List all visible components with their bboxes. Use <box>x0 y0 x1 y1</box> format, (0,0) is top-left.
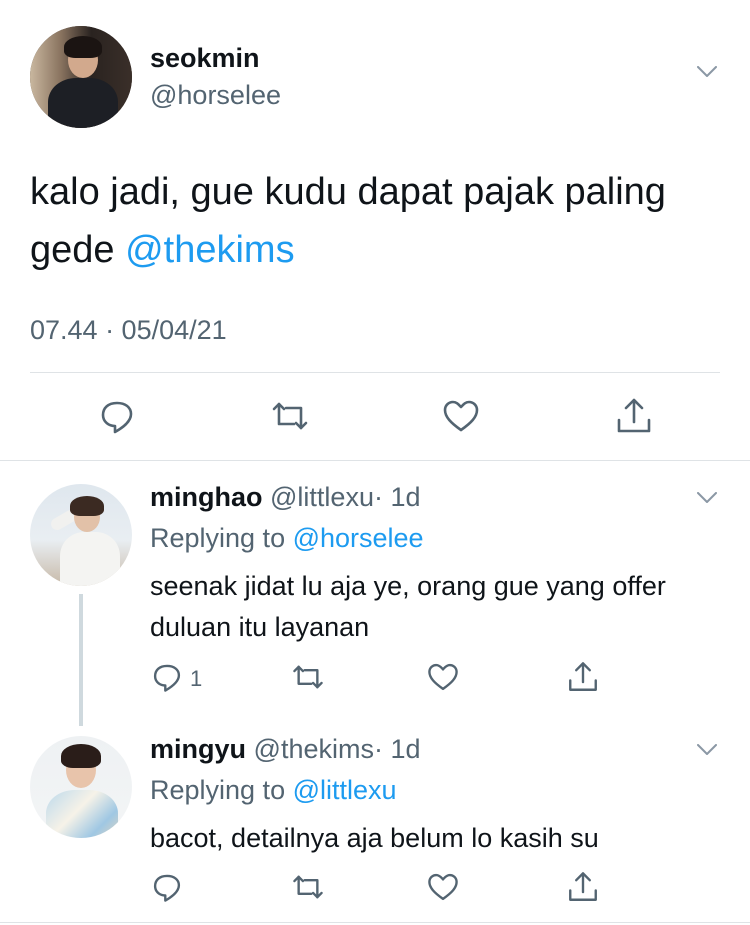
chevron-down-icon[interactable] <box>697 66 717 78</box>
reply-age[interactable]: · 1d <box>374 734 421 764</box>
mention-link[interactable]: @thekims <box>125 229 295 271</box>
like-icon[interactable] <box>441 396 481 436</box>
reply-icon[interactable] <box>150 660 184 694</box>
reply-author-handle[interactable]: @littlexu <box>270 482 374 512</box>
divider <box>0 922 750 923</box>
replying-to: Replying to @horselee <box>150 523 424 554</box>
replying-to-label: Replying to <box>150 523 293 553</box>
avatar[interactable] <box>30 736 132 838</box>
reply-author-name[interactable]: minghao <box>150 482 263 512</box>
tweet-timestamp[interactable]: 07.44 · 05/04/21 <box>30 315 227 346</box>
like-icon[interactable] <box>426 870 460 904</box>
reply-count: 1 <box>190 666 203 691</box>
reply-author-name[interactable]: mingyu <box>150 734 246 764</box>
avatar[interactable] <box>30 26 132 128</box>
chevron-down-icon[interactable] <box>697 492 717 504</box>
reply-author-handle[interactable]: @thekims <box>254 734 374 764</box>
chevron-down-icon[interactable] <box>697 744 717 756</box>
reply-icon[interactable] <box>150 870 184 904</box>
replying-to: Replying to @littlexu <box>150 775 397 806</box>
reply-text: seenak jidat lu aja ye, orang gue yang o… <box>150 571 666 642</box>
like-icon[interactable] <box>426 660 460 694</box>
reply-header: minghao @littlexu· 1d <box>150 482 421 513</box>
mention-link[interactable]: @littlexu <box>293 775 397 805</box>
tweet-text: kalo jadi, gue kudu dapat pajak paling g… <box>30 163 720 279</box>
share-icon[interactable] <box>566 660 600 694</box>
divider <box>30 372 720 373</box>
share-icon[interactable] <box>566 870 600 904</box>
retweet-icon[interactable] <box>291 660 325 694</box>
reply-text: bacot, detailnya aja belum lo kasih su <box>150 823 599 853</box>
author-handle[interactable]: @horselee <box>150 80 281 111</box>
retweet-icon[interactable] <box>291 870 325 904</box>
share-icon[interactable] <box>614 396 654 436</box>
reply-age[interactable]: · 1d <box>374 482 421 512</box>
avatar[interactable] <box>30 484 132 586</box>
retweet-icon[interactable] <box>270 396 310 436</box>
reply-icon[interactable] <box>97 396 137 436</box>
replying-to-label: Replying to <box>150 775 293 805</box>
divider <box>0 460 750 461</box>
reply-header: mingyu @thekims· 1d <box>150 734 421 765</box>
thread-connector <box>79 594 83 726</box>
author-name[interactable]: seokmin <box>150 43 260 74</box>
mention-link[interactable]: @horselee <box>293 523 424 553</box>
